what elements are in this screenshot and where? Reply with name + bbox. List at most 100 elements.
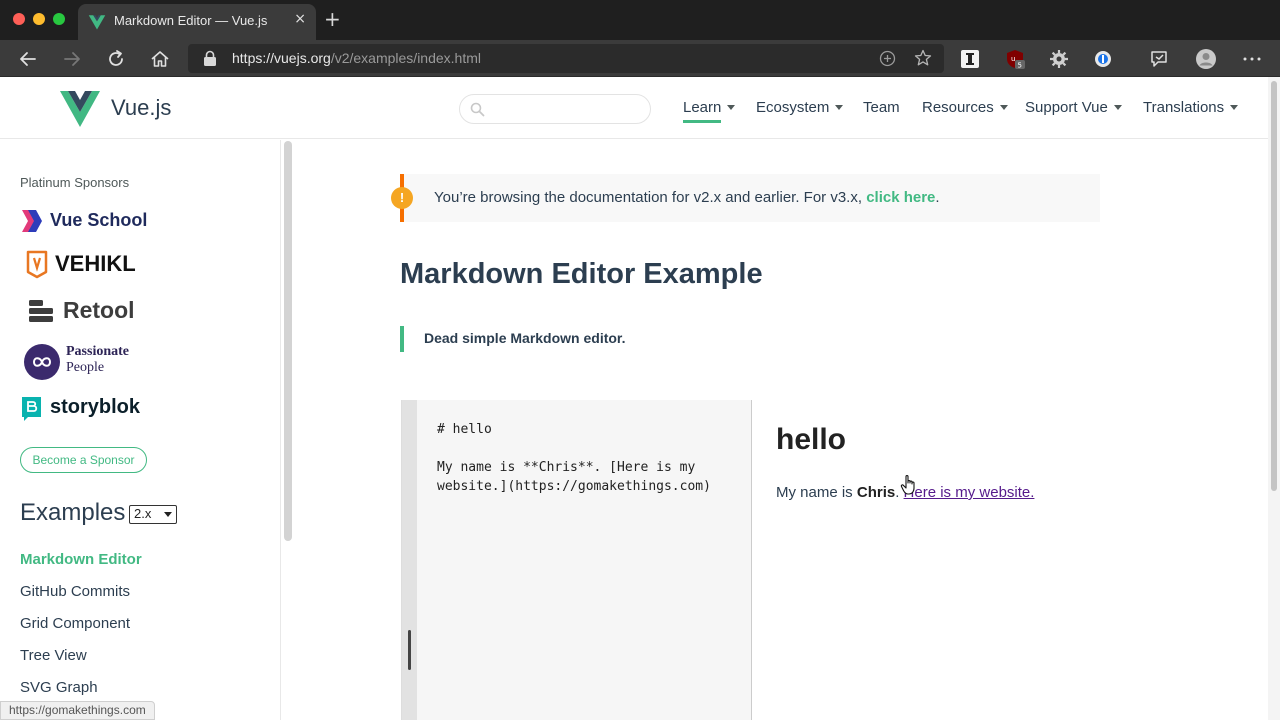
search-box[interactable] bbox=[459, 94, 651, 124]
nav-learn-label: Learn bbox=[683, 99, 722, 116]
favorite-star-icon[interactable] bbox=[914, 49, 932, 67]
version-select[interactable]: 2.x bbox=[129, 505, 177, 524]
forward-icon[interactable] bbox=[61, 48, 83, 70]
nav-support-vue[interactable]: Support Vue bbox=[1025, 99, 1122, 116]
notice-text: You’re browsing the documentation for v2… bbox=[434, 189, 940, 206]
example-link-svg-graph[interactable]: SVG Graph bbox=[20, 679, 98, 696]
close-tab-icon[interactable]: × bbox=[294, 11, 306, 27]
extension-badge-count: 5 bbox=[1018, 62, 1022, 70]
feedback-icon[interactable] bbox=[1149, 48, 1171, 70]
storyblok-logo-icon bbox=[22, 397, 41, 421]
vue-favicon-icon bbox=[88, 15, 106, 30]
example-link-tree-view[interactable]: Tree View bbox=[20, 647, 87, 664]
sponsor-retool[interactable]: Retool bbox=[20, 295, 150, 327]
examples-heading: Examples bbox=[20, 499, 126, 526]
nav-team[interactable]: Team bbox=[863, 99, 900, 116]
page-scrollbar-thumb[interactable] bbox=[1271, 81, 1277, 491]
sponsor-name-line-1: Passionate bbox=[66, 344, 129, 359]
page-title: Markdown Editor Example bbox=[400, 258, 763, 290]
nav-resources-label: Resources bbox=[922, 99, 994, 116]
sponsor-vehikl[interactable]: VEHIKL bbox=[20, 249, 150, 279]
platinum-sponsors-label: Platinum Sponsors bbox=[20, 175, 130, 190]
url-path: /v2/examples/index.html bbox=[330, 50, 482, 66]
hand-pointer-icon bbox=[900, 474, 915, 495]
nav-learn[interactable]: Learn bbox=[683, 99, 736, 116]
add-to-collection-icon[interactable] bbox=[879, 50, 896, 67]
web-page: Vue.js Learn Ecosystem Team Resources Su… bbox=[0, 77, 1268, 720]
sidebar-scrollbar[interactable] bbox=[284, 141, 292, 541]
profile-avatar-icon[interactable] bbox=[1195, 48, 1217, 70]
sponsor-name: Retool bbox=[63, 297, 135, 323]
nav-ecosystem[interactable]: Ecosystem bbox=[756, 99, 844, 116]
click-here-link[interactable]: click here bbox=[866, 189, 935, 206]
instapaper-extension-icon[interactable] bbox=[959, 48, 981, 70]
sponsor-name: VEHIKL bbox=[55, 251, 136, 276]
browser-toolbar: https://vuejs.org/v2/examples/index.html… bbox=[0, 40, 1280, 77]
intro-text: Dead simple Markdown editor. bbox=[424, 330, 626, 346]
version-select-value: 2.x bbox=[134, 506, 152, 521]
sponsor-name: storyblok bbox=[50, 396, 141, 418]
chevron-down-icon bbox=[1230, 105, 1239, 110]
sponsor-storyblok[interactable]: storyblok bbox=[20, 394, 150, 424]
password-manager-icon[interactable] bbox=[1092, 48, 1114, 70]
version-notice: ! You’re browsing the documentation for … bbox=[391, 174, 1100, 222]
vue-logo-icon[interactable] bbox=[60, 91, 100, 127]
chevron-down-icon bbox=[727, 105, 736, 110]
gear-extension-icon[interactable] bbox=[1048, 48, 1070, 70]
home-icon[interactable] bbox=[149, 48, 171, 70]
minimize-window-button[interactable] bbox=[33, 13, 45, 25]
nav-translations[interactable]: Translations bbox=[1143, 99, 1239, 116]
nav-team-label: Team bbox=[863, 99, 900, 116]
page-scrollbar[interactable] bbox=[1268, 77, 1280, 720]
markdown-editor[interactable]: # hello My name is **Chris**. [Here is m… bbox=[401, 400, 752, 720]
sponsor-vue-school[interactable]: Vue School bbox=[20, 207, 150, 235]
passionate-people-logo-icon bbox=[24, 344, 60, 380]
markdown-preview: hello My name is Chris. Here is my websi… bbox=[776, 400, 1246, 720]
nav-ecosystem-label: Ecosystem bbox=[756, 99, 830, 116]
warning-icon: ! bbox=[391, 187, 413, 209]
reload-icon[interactable] bbox=[105, 48, 127, 70]
address-bar[interactable]: https://vuejs.org/v2/examples/index.html bbox=[188, 44, 944, 73]
notice-period: . bbox=[935, 189, 940, 206]
chevron-down-icon bbox=[164, 512, 172, 517]
new-tab-button[interactable]: + bbox=[324, 9, 341, 29]
nav-support-label: Support Vue bbox=[1025, 99, 1108, 116]
search-icon bbox=[470, 102, 485, 117]
example-link-grid-component[interactable]: Grid Component bbox=[20, 615, 130, 632]
become-sponsor-button[interactable]: Become a Sponsor bbox=[20, 447, 147, 473]
preview-text-before: My name is bbox=[776, 484, 857, 501]
maximize-window-button[interactable] bbox=[53, 13, 65, 25]
sponsor-name: Vue School bbox=[50, 210, 148, 230]
editor-gutter bbox=[402, 400, 417, 720]
svg-text:u: u bbox=[1011, 55, 1015, 63]
chevron-down-icon bbox=[1113, 105, 1122, 110]
back-icon[interactable] bbox=[17, 48, 39, 70]
more-options-icon[interactable] bbox=[1241, 48, 1263, 70]
sponsor-name-line-2: People bbox=[66, 360, 105, 375]
browser-tab[interactable]: Markdown Editor — Vue.js × bbox=[78, 4, 316, 40]
ublock-extension-icon[interactable]: u 5 bbox=[1004, 48, 1026, 70]
nav-translations-label: Translations bbox=[1143, 99, 1225, 116]
close-window-button[interactable] bbox=[13, 13, 25, 25]
url-text: https://vuejs.org/v2/examples/index.html bbox=[232, 50, 481, 66]
browser-titlebar: Markdown Editor — Vue.js × + bbox=[0, 0, 1280, 40]
retool-logo-icon bbox=[29, 300, 53, 322]
status-bar-url: https://gomakethings.com bbox=[0, 701, 155, 720]
site-logo-text[interactable]: Vue.js bbox=[111, 95, 171, 121]
sponsor-passionate-people[interactable]: Passionate People bbox=[20, 342, 150, 382]
vehikl-logo-icon bbox=[26, 250, 48, 279]
chevron-down-icon bbox=[999, 105, 1008, 110]
search-input[interactable] bbox=[494, 100, 644, 118]
lock-icon bbox=[204, 50, 216, 66]
example-link-markdown-editor[interactable]: Markdown Editor bbox=[20, 551, 142, 568]
example-link-github-commits[interactable]: GitHub Commits bbox=[20, 583, 130, 600]
editor-scroll-handle[interactable] bbox=[408, 630, 411, 670]
notice-message: You’re browsing the documentation for v2… bbox=[434, 189, 867, 206]
markdown-textarea[interactable]: # hello My name is **Chris**. [Here is m… bbox=[437, 420, 747, 496]
nav-resources[interactable]: Resources bbox=[922, 99, 1008, 116]
url-host: https://vuejs.org bbox=[232, 50, 331, 66]
preview-heading: hello bbox=[776, 423, 847, 456]
nav-active-underline bbox=[683, 120, 721, 123]
preview-bold-name: Chris bbox=[856, 484, 896, 501]
preview-website-link[interactable]: Here is my website. bbox=[904, 484, 1035, 501]
